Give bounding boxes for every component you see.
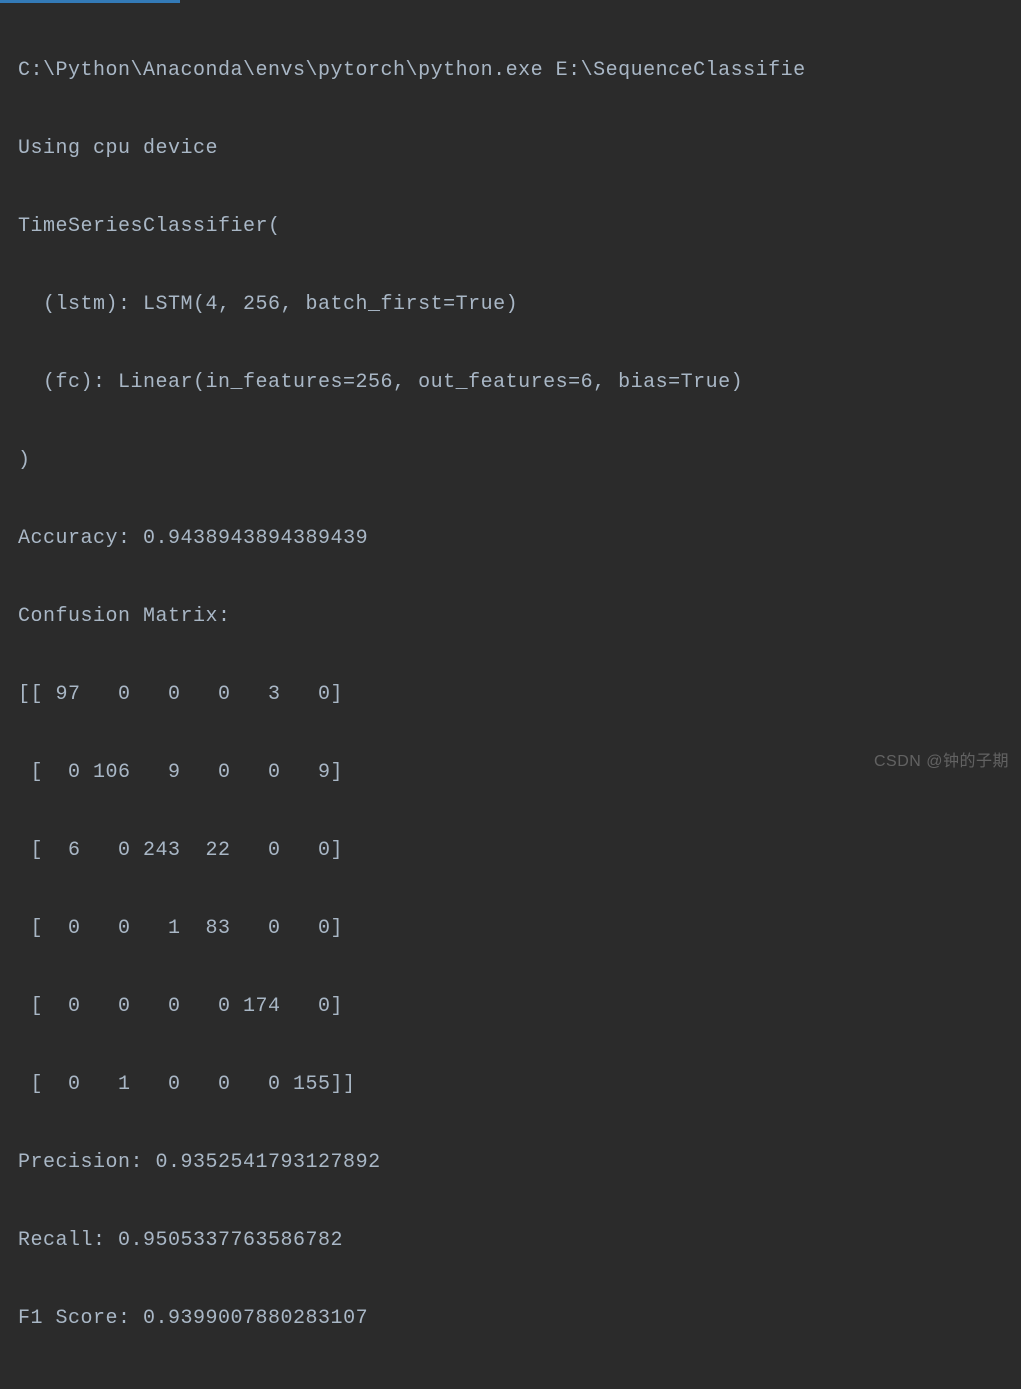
csdn-watermark: CSDN @钟的子期 <box>874 746 1009 777</box>
model-structure-header: TimeSeriesClassifier( <box>18 207 1003 246</box>
command-line: C:\Python\Anaconda\envs\pytorch\python.e… <box>18 51 1003 90</box>
confusion-matrix-row-3: [ 0 0 1 83 0 0] <box>18 909 1003 948</box>
recall-value: 0.9505337763586782 <box>118 1229 343 1252</box>
model-fc-layer: (fc): Linear(in_features=256, out_featur… <box>18 363 1003 402</box>
confusion-matrix-row-1: [ 0 106 9 0 0 9] <box>18 753 1003 792</box>
accuracy-value: 0.9438943894389439 <box>143 527 368 550</box>
recall-label: Recall: <box>18 1229 118 1252</box>
precision-line: Precision: 0.9352541793127892 <box>18 1143 1003 1182</box>
accuracy-line: Accuracy: 0.9438943894389439 <box>18 519 1003 558</box>
f1-line: F1 Score: 0.9399007880283107 <box>18 1299 1003 1338</box>
tab-indicator-bar <box>0 0 180 3</box>
model-lstm-layer: (lstm): LSTM(4, 256, batch_first=True) <box>18 285 1003 324</box>
confusion-matrix-header: Confusion Matrix: <box>18 597 1003 636</box>
precision-label: Precision: <box>18 1151 156 1174</box>
device-info-line: Using cpu device <box>18 129 1003 168</box>
model-structure-close: ) <box>18 441 1003 480</box>
accuracy-label: Accuracy: <box>18 527 143 550</box>
confusion-matrix-row-2: [ 6 0 243 22 0 0] <box>18 831 1003 870</box>
f1-label: F1 Score: <box>18 1307 143 1330</box>
confusion-matrix-row-5: [ 0 1 0 0 0 155]] <box>18 1065 1003 1104</box>
confusion-matrix-row-0: [[ 97 0 0 0 3 0] <box>18 675 1003 714</box>
terminal-output-panel: C:\Python\Anaconda\envs\pytorch\python.e… <box>0 0 1021 1389</box>
precision-value: 0.9352541793127892 <box>156 1151 381 1174</box>
f1-value: 0.9399007880283107 <box>143 1307 368 1330</box>
confusion-matrix-row-4: [ 0 0 0 0 174 0] <box>18 987 1003 1026</box>
recall-line: Recall: 0.9505337763586782 <box>18 1221 1003 1260</box>
